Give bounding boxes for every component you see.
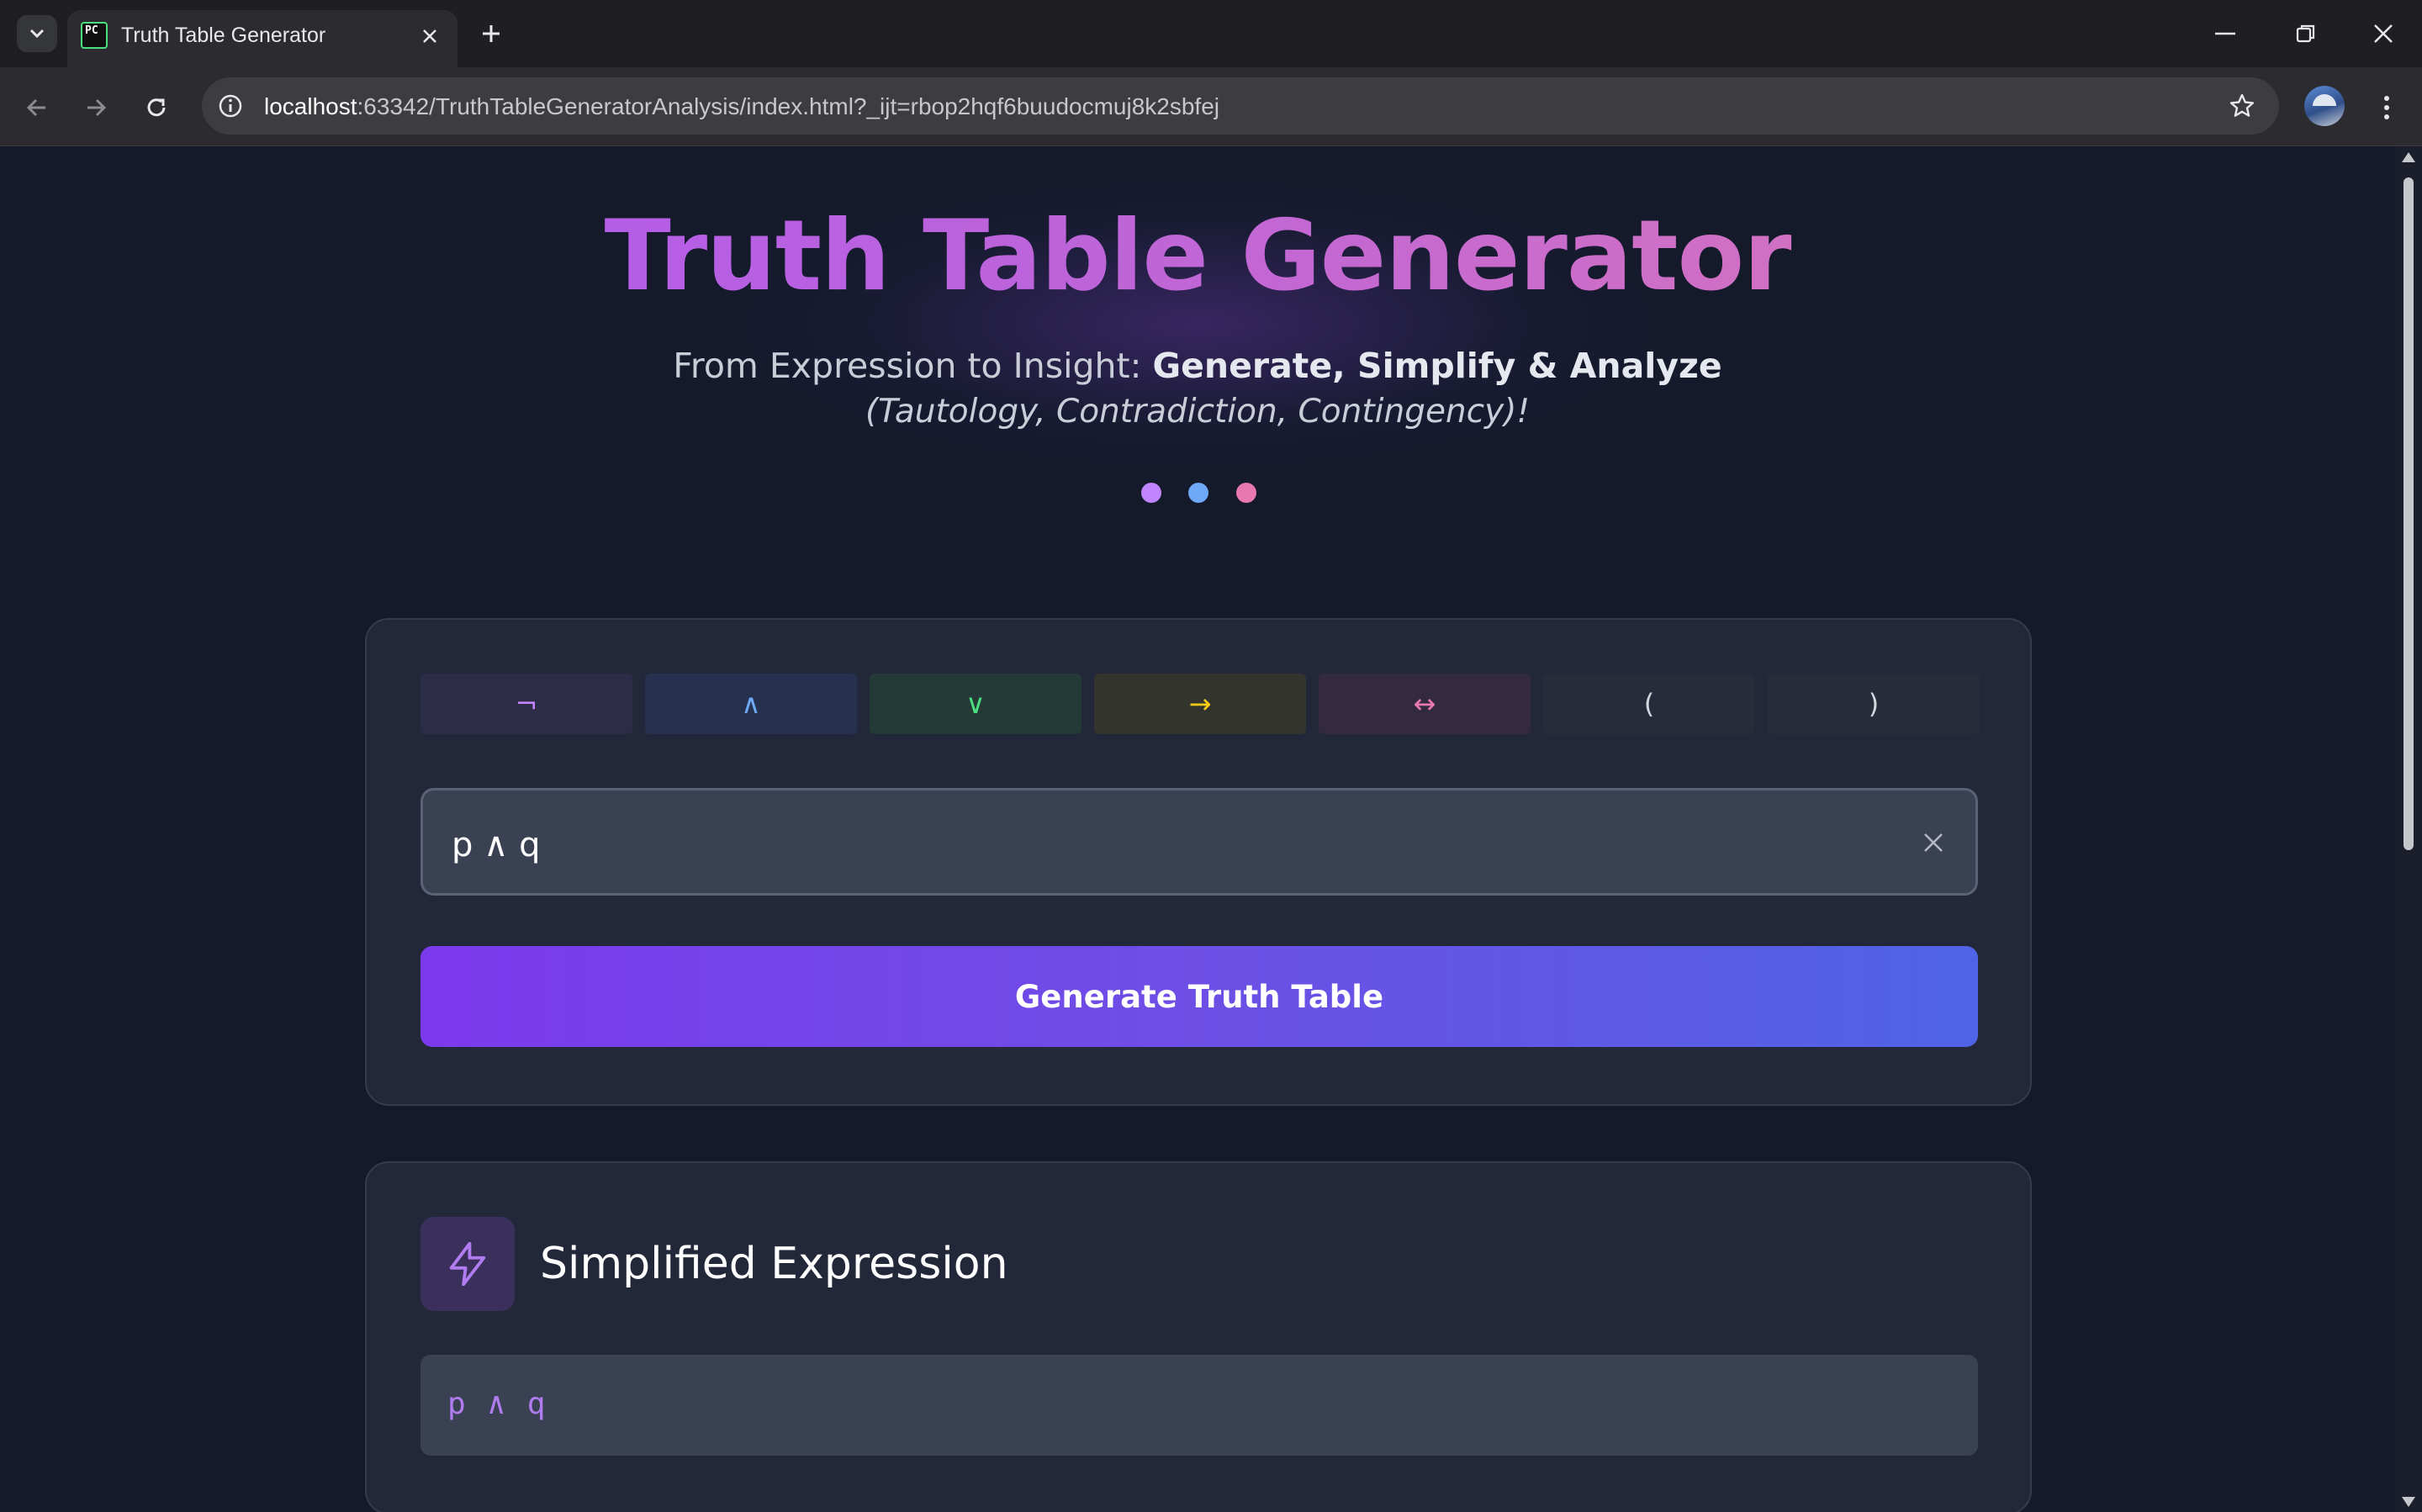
operator-and-button[interactable]: ∧	[645, 674, 857, 734]
pycharm-favicon-icon: PC	[81, 22, 108, 49]
close-paren-button[interactable]: )	[1768, 674, 1980, 734]
reload-icon	[147, 98, 166, 117]
browser-tab-active[interactable]: PC Truth Table Generator	[67, 10, 457, 67]
scroll-down-arrow-icon[interactable]	[2402, 1497, 2415, 1507]
simplified-expression-box: p ∧ q	[420, 1355, 1978, 1456]
reload-button[interactable]	[136, 87, 177, 128]
expression-input-value: p ∧ q	[452, 826, 541, 864]
restore-icon	[2296, 24, 2315, 43]
url-text[interactable]: localhost:63342/TruthTableGeneratorAnaly…	[264, 93, 1219, 120]
decorative-dot-blue	[1188, 483, 1208, 503]
subtitle-plain: From Expression to Insight:	[673, 346, 1153, 386]
lightning-icon	[449, 1241, 486, 1287]
operator-biconditional-label: ↔	[1413, 688, 1436, 720]
arrow-right-icon	[87, 98, 107, 117]
chevron-down-icon	[29, 29, 45, 39]
decorative-dot-purple	[1141, 483, 1161, 503]
browser-toolbar: localhost:63342/TruthTableGeneratorAnaly…	[0, 67, 2422, 146]
url-path: :63342/TruthTableGeneratorAnalysis/index…	[357, 93, 1220, 119]
profile-avatar[interactable]	[2304, 86, 2345, 126]
minimize-window-button[interactable]	[2200, 15, 2250, 52]
operator-implies-button[interactable]: →	[1094, 674, 1306, 734]
operator-biconditional-button[interactable]: ↔	[1319, 674, 1531, 734]
scroll-up-arrow-icon[interactable]	[2402, 152, 2415, 162]
arrow-left-icon	[26, 98, 45, 117]
simplified-expression-value: p ∧ q	[447, 1387, 547, 1421]
info-icon	[219, 94, 242, 118]
plus-icon	[483, 25, 500, 42]
close-icon	[2374, 24, 2393, 43]
address-bar[interactable]: localhost:63342/TruthTableGeneratorAnaly…	[202, 77, 2279, 135]
page-subtitle-italic: (Tautology, Contradiction, Contingency)!	[865, 393, 1531, 431]
operator-not-label: ¬	[515, 688, 538, 720]
url-host: localhost	[264, 93, 357, 119]
kebab-icon	[2384, 96, 2389, 119]
close-icon	[423, 29, 436, 43]
back-button[interactable]	[17, 87, 57, 128]
open-paren-button[interactable]: (	[1543, 674, 1755, 734]
page-title: Truth Table Generator	[0, 199, 2395, 313]
operator-or-button[interactable]: ∨	[870, 674, 1081, 734]
bookmark-button[interactable]	[2225, 89, 2259, 123]
star-icon	[2229, 93, 2255, 117]
close-icon	[1924, 833, 1943, 852]
operator-implies-label: →	[1188, 688, 1212, 720]
close-paren-label: )	[1868, 688, 1880, 720]
simplified-expression-title: Simplified Expression	[540, 1239, 1008, 1289]
simplify-badge	[420, 1217, 515, 1311]
subtitle-bold: Generate, Simplify & Analyze	[1152, 346, 1722, 386]
open-paren-label: (	[1643, 688, 1655, 720]
clear-expression-button[interactable]	[1917, 826, 1950, 859]
tab-close-button[interactable]	[415, 22, 444, 50]
page-content: Truth Table Generator From Expression to…	[0, 147, 2395, 1512]
favicon-text: PC	[85, 24, 98, 37]
minimize-icon	[2215, 32, 2235, 35]
scrollbar-thumb[interactable]	[2403, 177, 2414, 850]
site-info-button[interactable]	[214, 89, 247, 123]
browser-tab-bar: PC Truth Table Generator	[0, 0, 2422, 67]
generate-truth-table-button[interactable]: Generate Truth Table	[420, 946, 1978, 1047]
tab-title: Truth Table Generator	[121, 24, 326, 47]
page-scrollbar[interactable]	[2395, 147, 2422, 1512]
new-tab-button[interactable]	[473, 15, 510, 52]
simplified-expression-card: Simplified Expression p ∧ q	[365, 1161, 2032, 1512]
restore-window-button[interactable]	[2281, 15, 2331, 52]
tab-search-button[interactable]	[17, 15, 57, 52]
operator-not-button[interactable]: ¬	[420, 674, 632, 734]
close-window-button[interactable]	[2358, 15, 2409, 52]
expression-input[interactable]: p ∧ q	[420, 788, 1978, 896]
operator-or-label: ∨	[965, 688, 986, 720]
page-subtitle: From Expression to Insight: Generate, Si…	[0, 346, 2395, 386]
browser-menu-button[interactable]	[2368, 87, 2405, 128]
operator-and-label: ∧	[741, 688, 761, 720]
forward-button[interactable]	[76, 87, 116, 128]
decorative-dot-pink	[1236, 483, 1256, 503]
generate-button-label: Generate Truth Table	[1014, 978, 1384, 1015]
expression-input-card: ¬ ∧ ∨ → ↔ ( ) p ∧ q Generate Truth Table	[365, 618, 2032, 1106]
